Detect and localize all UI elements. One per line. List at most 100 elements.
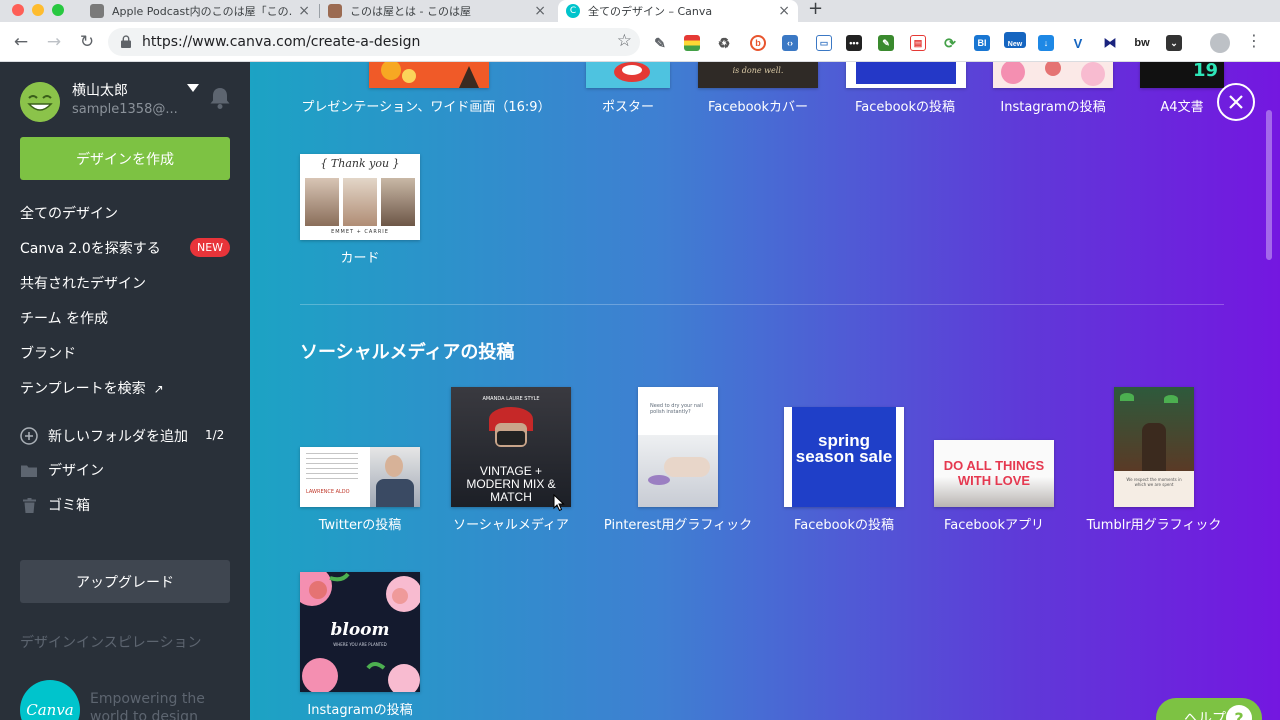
design-type-label[interactable]: Twitterの投稿 <box>319 514 402 533</box>
browser-tab-konohaya[interactable]: このは屋とは - このは屋 × <box>320 0 554 22</box>
calendar-extension-icon[interactable]: ▤ <box>910 35 926 51</box>
add-folder-button[interactable]: 新しいフォルダを追加 <box>20 426 188 446</box>
new-extension-icon[interactable]: New <box>1004 32 1026 48</box>
color-extension-icon[interactable] <box>684 35 700 51</box>
user-menu-caret-icon[interactable] <box>187 84 199 92</box>
canva-logo: Canva <box>20 680 80 720</box>
bi-extension-icon[interactable]: BI <box>974 35 990 51</box>
poster-thumbnail[interactable] <box>586 62 670 88</box>
photo-1 <box>305 178 339 226</box>
reload-button[interactable]: ↻ <box>75 30 99 54</box>
facebook-post-thumbnail[interactable] <box>846 62 966 88</box>
tab-close-icon[interactable]: × <box>298 3 310 19</box>
dots-extension-icon[interactable]: ••• <box>846 35 862 51</box>
photo-3 <box>381 178 415 226</box>
nail-photo <box>638 435 718 507</box>
design-type-label[interactable]: Instagramの投稿 <box>307 699 412 718</box>
new-tab-button[interactable]: + <box>808 0 823 18</box>
facebook-app-thumbnail[interactable]: DO ALL THINGS WITH LOVE <box>934 440 1054 507</box>
design-type-label[interactable]: ポスター <box>602 96 654 115</box>
twitter-post-thumbnail[interactable]: LAWRENCE ALDO <box>300 447 420 507</box>
card-title: { Thank you } <box>320 157 400 170</box>
a4-document-thumbnail[interactable]: 19 <box>1140 62 1224 88</box>
design-type-label[interactable]: Tumblr用グラフィック <box>1087 514 1222 533</box>
download-extension-icon[interactable]: ↓ <box>1038 35 1054 51</box>
profile-avatar-icon[interactable] <box>1210 33 1230 53</box>
minimize-window-button[interactable] <box>32 4 44 16</box>
facebook-post-thumbnail[interactable]: spring season sale <box>784 407 904 507</box>
address-bar[interactable]: https://www.canva.com/create-a-design ☆ <box>108 28 640 56</box>
hand-shape <box>664 457 710 477</box>
eyedropper-extension-icon[interactable]: ✎ <box>652 35 668 51</box>
sidebar-item-explore-canva[interactable]: Canva 2.0を探索する <box>20 238 161 258</box>
sidebar-item-create-team[interactable]: チーム を作成 <box>20 308 108 328</box>
card-thumbnail[interactable]: { Thank you } EMMET + CARRIE <box>300 154 420 240</box>
browser-menu-icon[interactable]: ⋮ <box>1246 31 1262 50</box>
user-avatar[interactable] <box>20 82 60 122</box>
forward-button[interactable]: → <box>42 30 66 54</box>
design-type-label[interactable]: カード <box>340 247 379 266</box>
design-inspiration-link[interactable]: デザインインスピレーション <box>20 632 201 652</box>
sidebar-item-shared-designs[interactable]: 共有されたデザイン <box>20 273 146 293</box>
maximize-window-button[interactable] <box>52 4 64 16</box>
back-button[interactable]: ← <box>9 30 33 54</box>
folder-icon <box>20 464 38 477</box>
notification-bell-icon[interactable] <box>209 86 231 110</box>
bookmark-star-icon[interactable]: ☆ <box>617 31 632 51</box>
lamp-shape <box>1164 395 1178 403</box>
evernote-extension-icon[interactable]: ✎ <box>878 35 894 51</box>
pinterest-graphic-thumbnail[interactable]: Need to dry your nail polish instantly? <box>638 387 718 507</box>
social-media-thumbnail[interactable]: AMANDA LAURE STYLE VINTAGE + MODERN MIX … <box>451 387 571 507</box>
sidebar-folder-design[interactable]: デザイン <box>20 460 104 480</box>
smiley-face-icon <box>20 82 60 122</box>
apple-podcast-favicon <box>90 4 104 18</box>
design-type-label[interactable]: A4文書 <box>1160 96 1203 115</box>
fruit-graphic <box>381 62 479 88</box>
design-type-label[interactable]: Pinterest用グラフィック <box>604 514 752 533</box>
create-design-button[interactable]: デザインを作成 <box>20 137 230 180</box>
code-extension-icon[interactable]: ‹› <box>782 35 798 51</box>
new-badge: NEW <box>190 238 230 257</box>
add-circle-icon <box>20 427 38 445</box>
instagram-post-thumbnail[interactable]: bloom WHERE YOU ARE PLANTED <box>300 572 420 692</box>
presentation-thumbnail[interactable] <box>369 62 489 88</box>
help-question-icon: ? <box>1226 705 1252 720</box>
browser-tab-canva[interactable]: C 全てのデザイン – Canva × <box>558 0 798 22</box>
close-window-button[interactable] <box>12 4 24 16</box>
design-type-label[interactable]: Facebookの投稿 <box>794 514 894 533</box>
design-type-label[interactable]: Facebookアプリ <box>944 514 1044 533</box>
design-type-label[interactable]: Instagramの投稿 <box>1000 96 1105 115</box>
panel-scrollbar[interactable] <box>1266 110 1272 260</box>
bowtie-extension-icon[interactable]: ⧓ <box>1102 35 1118 51</box>
b-extension-icon[interactable]: b <box>750 35 766 51</box>
instagram-post-thumbnail[interactable] <box>993 62 1113 88</box>
facebook-cover-thumbnail[interactable]: is done well. <box>698 62 818 88</box>
design-type-label[interactable]: プレゼンテーション、ワイド画面（16:9） <box>301 96 550 115</box>
tumblr-graphic-thumbnail[interactable]: We respect the moments in which we are s… <box>1114 387 1194 507</box>
window-extension-icon[interactable]: ▭ <box>816 35 832 51</box>
sale-block: spring season sale <box>792 407 896 507</box>
sidebar-item-search-templates[interactable]: テンプレートを検索 ↗ <box>20 378 164 398</box>
close-panel-button[interactable] <box>1217 83 1255 121</box>
browser-tab-podcast[interactable]: Apple Podcast内のこのは屋「この… × <box>82 0 318 22</box>
sidebar-item-brand[interactable]: ブランド <box>20 343 76 363</box>
konohaya-favicon <box>328 4 342 18</box>
v-extension-icon[interactable]: V <box>1070 35 1086 51</box>
tab-close-icon[interactable]: × <box>534 3 546 19</box>
lamp-shape <box>1120 393 1134 401</box>
sidebar-item-all-designs[interactable]: 全てのデザイン <box>20 203 118 223</box>
design-type-label[interactable]: ソーシャルメディア <box>453 514 569 533</box>
design-type-label[interactable]: Facebookカバー <box>708 96 808 115</box>
sidebar-folder-trash[interactable]: ゴミ箱 <box>20 495 90 515</box>
bird-graphic <box>614 62 650 82</box>
design-type-label[interactable]: Facebookの投稿 <box>855 96 955 115</box>
folder-count: 1/2 <box>205 428 225 442</box>
sidebar: 横山太郎 sample1358@... デザインを作成 全てのデザイン Canv… <box>0 62 250 720</box>
tab-close-icon[interactable]: × <box>778 3 790 19</box>
sync-extension-icon[interactable]: ⟳ <box>942 35 958 51</box>
recycle-extension-icon[interactable]: ♻ <box>716 35 732 51</box>
pocket-extension-icon[interactable]: ⌄ <box>1166 35 1182 51</box>
help-button[interactable]: ヘルプ ? <box>1156 698 1262 720</box>
upgrade-button[interactable]: アップグレード <box>20 560 230 603</box>
bw-extension-icon[interactable]: bw <box>1132 35 1152 51</box>
